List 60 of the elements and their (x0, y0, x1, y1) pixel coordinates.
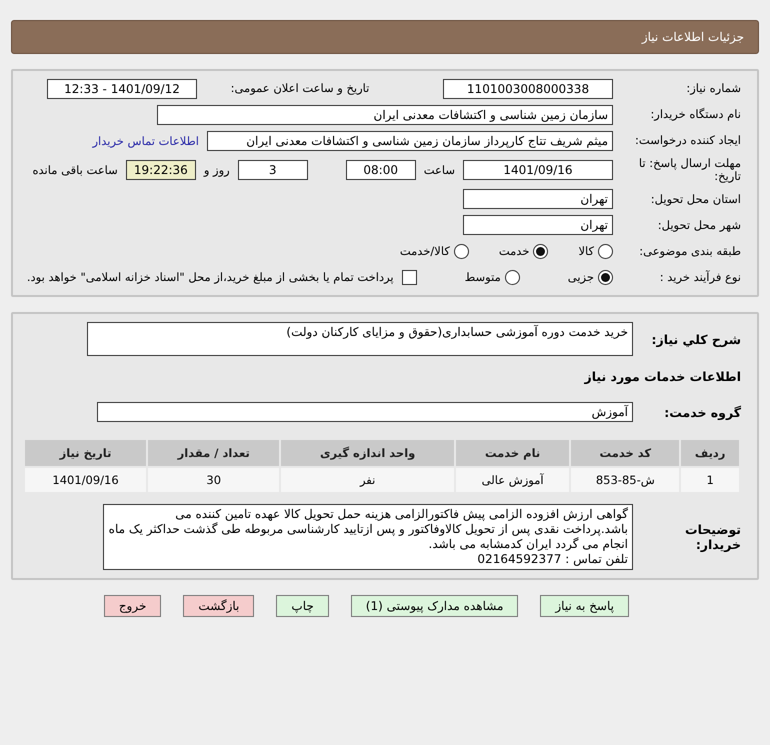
field-label: ایجاد کننده درخواست: (634, 134, 741, 148)
checkbox-label: پرداخت تمام یا بخشی از مبلغ خرید،از محل "اسناد خزانه اسلامی" خواهد بود. (26, 270, 394, 284)
column-header: نام خدمت (456, 440, 570, 466)
field-label: گروه خدمت: (663, 404, 741, 420)
radio-button[interactable] (598, 244, 613, 259)
column-header: تعداد / مقدار (148, 440, 280, 466)
buyer-notes-field: گواهی ارزش افزوده الزامی پیش فاکتورالزامی هزینه حمل تحویل کالا عهده تامین کننده می باشد.پرداخت نقدی پس از تحویل کالاوفاکتور و پس ازتایید کارشناسی مربوطه طی گذشت حداکثر یک ماه انجام می گردد ایران کدمشابه می باشد. تلفن تماس : 02164592377 (103, 504, 633, 570)
page-header: جزئیات اطلاعات نیاز (11, 20, 759, 54)
buyer-contact-link[interactable]: اطلاعات تماس خریدار (92, 134, 199, 148)
column-header: واحد اندازه گیری (281, 440, 454, 466)
field-label: شهر محل تحویل: (656, 218, 741, 232)
radio-label: متوسط (464, 270, 501, 284)
radio-button[interactable] (533, 244, 548, 259)
field-label: طبقه بندی موضوعی: (638, 244, 741, 258)
field-label: روز و (204, 163, 230, 178)
field-label: تاریخ و ساعت اعلان عمومی: (230, 82, 370, 96)
table-cell: 1 (681, 468, 739, 492)
deadline-time-field: 08:00 (346, 160, 416, 180)
radio-label: کالا (578, 244, 594, 258)
radio-button[interactable] (598, 270, 613, 285)
field-label: توضیحات خریدار: (684, 522, 741, 552)
radio-button[interactable] (504, 270, 520, 285)
table-cell: نفر (281, 468, 454, 492)
deadline-date-field: 1401/09/16 (463, 160, 613, 180)
buyer-org-field: سازمان زمین شناسی و اکتشافات معدنی ایران (157, 105, 613, 125)
table-cell: ش-85-853 (571, 468, 680, 492)
radio-label: کالا/خدمت (400, 244, 450, 258)
column-header: کد خدمت (571, 440, 680, 466)
table-cell: 30 (148, 468, 280, 492)
province-field: تهران (463, 189, 613, 210)
field-label: ساعت باقی مانده (32, 163, 118, 178)
need-number-field: 1101003008000338 (443, 79, 613, 99)
table-cell: آموزش عالی (456, 468, 570, 492)
creator-field: میثم شریف تتاج کارپرداز سازمان زمین شناسی و اکتشافات معدنی ایران (207, 131, 613, 151)
checkbox[interactable] (402, 270, 417, 285)
announce-date-field: 1401/09/12 - 12:33 (47, 79, 197, 99)
field-label: شرح کلي نياز: (650, 332, 741, 347)
remaining-time-field: 19:22:36 (126, 160, 196, 180)
city-field: تهران (463, 215, 613, 236)
column-header: ردیف (681, 440, 739, 466)
section-title: اطلاعات خدمات مورد نیاز (583, 368, 741, 384)
column-header: تاریخ نیاز (25, 440, 146, 466)
action-button[interactable]: بازگشت (183, 595, 254, 618)
radio-label: خدمت (498, 244, 530, 258)
service-group-field: آموزش (97, 402, 633, 422)
field-label: نوع فرآیند خرید : (658, 270, 741, 284)
table-cell: 1401/09/16 (25, 468, 146, 492)
radio-label: جزیی (568, 270, 594, 284)
action-button[interactable]: پاسخ به نیاز (540, 595, 629, 618)
field-label: شماره نیاز: (685, 82, 741, 96)
field-label: مهلت ارسال پاسخ: تا تاریخ: (638, 157, 741, 184)
action-button[interactable]: مشاهده مدارک پیوستی (1) (350, 595, 518, 618)
field-label: نام دستگاه خریدار: (649, 108, 741, 122)
field-label: استان محل تحویل: (650, 192, 741, 206)
days-field: 3 (238, 160, 308, 180)
action-button[interactable]: خروج (104, 595, 162, 618)
radio-button[interactable] (454, 244, 469, 259)
field-label: ساعت (424, 163, 455, 178)
action-button[interactable]: چاپ (276, 595, 329, 618)
summary-field: خرید خدمت دوره آموزشی حسابداری(حقوق و مزایای کارکنان دولت) (87, 322, 633, 356)
